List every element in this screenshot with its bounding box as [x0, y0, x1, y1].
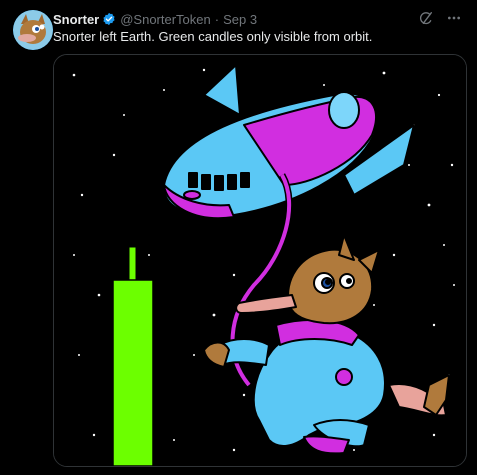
tweet-media-image[interactable] [53, 54, 467, 467]
tweet-text: Snorter left Earth. Green candles only v… [53, 29, 373, 44]
more-icon[interactable] [445, 9, 463, 27]
tweet: Snorter @SnorterToken · Sep 3 Snorter le [0, 0, 477, 475]
author-name[interactable]: Snorter [53, 12, 99, 27]
timestamp[interactable]: Sep 3 [223, 12, 257, 27]
verified-badge-icon [102, 12, 116, 26]
avatar[interactable] [13, 10, 53, 50]
tweet-actions [417, 9, 463, 27]
green-candle [112, 246, 154, 466]
separator: · [214, 11, 220, 27]
grok-icon[interactable] [417, 9, 435, 27]
author-handle[interactable]: @SnorterToken [120, 12, 211, 27]
tweet-header: Snorter @SnorterToken · Sep 3 [53, 10, 257, 28]
space-illustration [54, 55, 466, 466]
